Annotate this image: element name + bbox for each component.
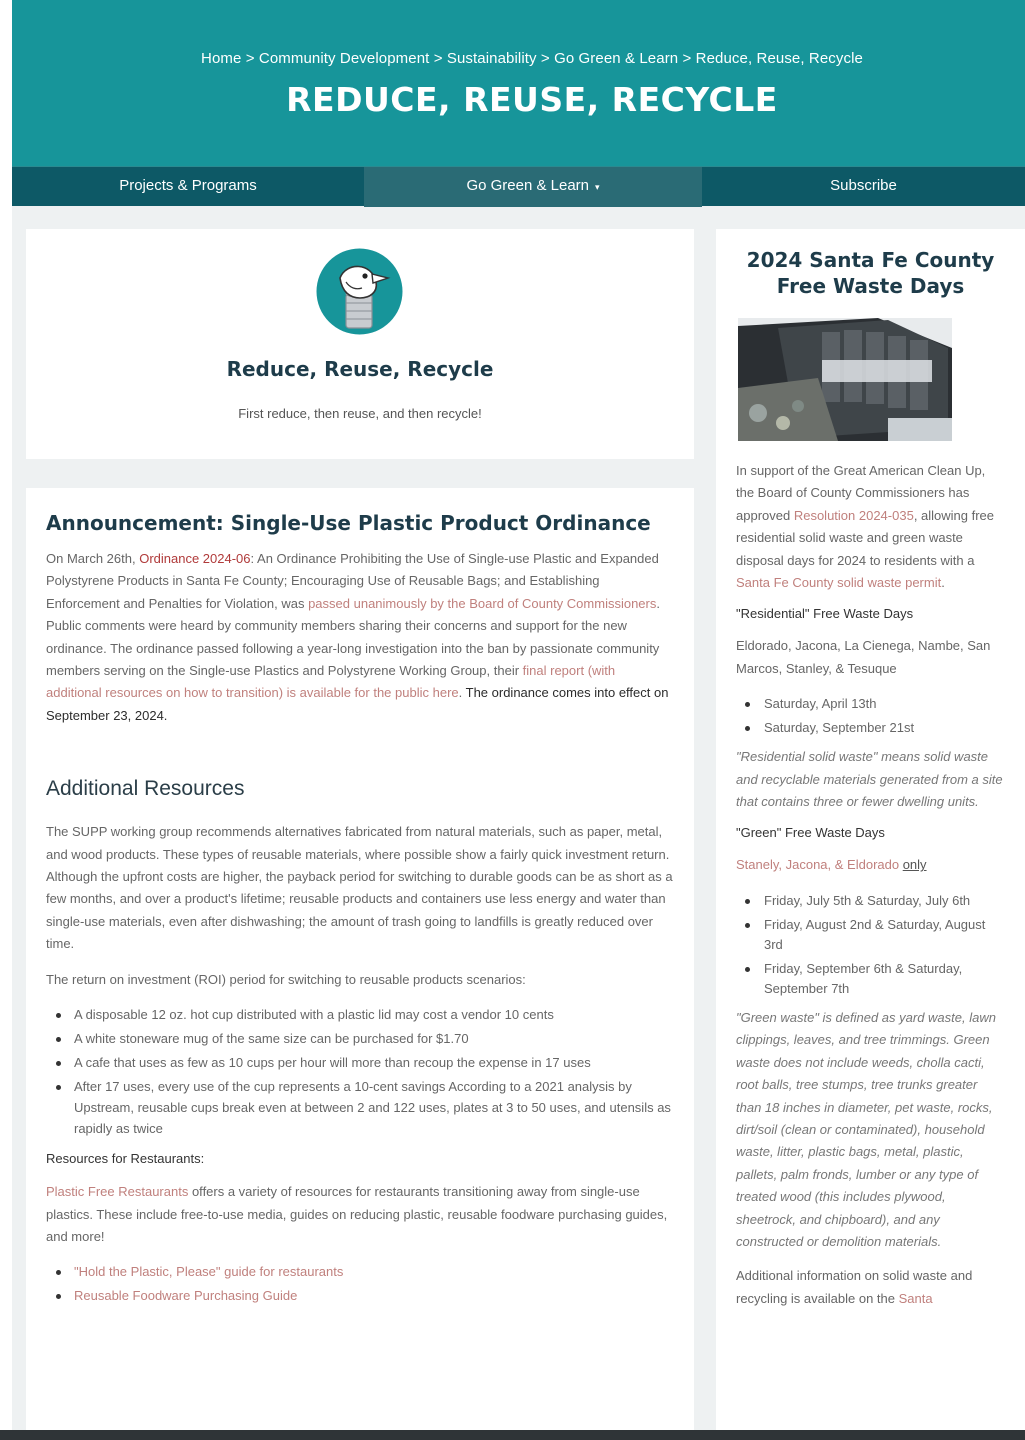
breadcrumb-sustainability[interactable]: Sustainability [447, 50, 537, 67]
nav-bar: Projects & Programs Go Green & Learn ▾ Su… [12, 166, 1025, 207]
green-dates-list: Friday, July 5th & Saturday, July 6th Fr… [736, 891, 1005, 999]
nav-item-go-green-learn[interactable]: Go Green & Learn ▾ [364, 167, 702, 207]
green-heading: "Green" Free Waste Days [736, 825, 885, 841]
residential-locations: Eldorado, Jacona, La Cienega, Nambe, San… [736, 638, 991, 676]
bottom-bar [0, 1430, 1025, 1440]
announcement-paragraph: On March 26th, Ordinance 2024-06: An Ord… [46, 548, 674, 727]
breadcrumb-current: Reduce, Reuse, Recycle [695, 50, 863, 67]
roi-paragraph: The return on investment (ROI) period fo… [46, 971, 526, 987]
plastic-free-restaurants-link[interactable]: Plastic Free Restaurants [46, 1184, 188, 1199]
solid-waste-permit-link[interactable]: Santa Fe County solid waste permit [736, 575, 941, 590]
text-span: On March 26th, [46, 551, 140, 566]
waste-container-photo [738, 318, 952, 441]
list-item: A disposable 12 oz. hot cup distributed … [46, 1004, 674, 1025]
page: Home > Community Development > Sustainab… [12, 0, 1025, 1440]
breadcrumb-separator: > [682, 50, 692, 67]
breadcrumb-separator: > [540, 50, 550, 67]
green-locations: Stanely, Jacona, & Eldorado only [736, 854, 1005, 876]
reusable-foodware-guide-link[interactable]: Reusable Foodware Purchasing Guide [74, 1288, 297, 1303]
breadcrumb-go-green-learn[interactable]: Go Green & Learn [554, 50, 678, 67]
page-title: REDUCE, REUSE, RECYCLE [286, 80, 778, 119]
additional-resources-title: Additional Resources [46, 777, 245, 801]
text-span: . [941, 575, 945, 591]
list-item: Friday, July 5th & Saturday, July 6th [736, 891, 1005, 911]
intro-card: Reduce, Reuse, Recycle First reduce, the… [26, 229, 694, 459]
intro-subtitle: First reduce, then reuse, and then recyc… [238, 406, 482, 421]
passed-unanimously-link[interactable]: passed unanimously by the Board of Count… [308, 596, 656, 611]
breadcrumb-separator: > [245, 50, 255, 67]
resolution-link[interactable]: Resolution 2024-035 [794, 508, 914, 523]
list-item: Friday, September 6th & Saturday, Septem… [736, 959, 1005, 999]
residential-dates-list: Saturday, April 13th Saturday, September… [736, 694, 1005, 738]
sidebar-card: 2024 Santa Fe County Free Waste Days In … [716, 229, 1025, 1440]
nav-item-label: Subscribe [830, 177, 897, 194]
additional-info-paragraph: Additional information on solid waste an… [736, 1265, 1005, 1310]
intro-title: Reduce, Reuse, Recycle [226, 357, 494, 381]
list-item: After 17 uses, every use of the cup repr… [46, 1076, 674, 1139]
list-item: Reusable Foodware Purchasing Guide [46, 1285, 674, 1306]
main-content-card: Announcement: Single-Use Plastic Product… [26, 488, 694, 1440]
sidebar-intro-paragraph: In support of the Great American Clean U… [736, 460, 1005, 594]
announcement-title: Announcement: Single-Use Plastic Product… [46, 511, 651, 535]
text-span: Stanely, Jacona, & Eldorado [736, 857, 903, 873]
nav-item-projects-programs[interactable]: Projects & Programs [12, 167, 364, 207]
list-item: Saturday, April 13th [736, 694, 1005, 714]
breadcrumb-home[interactable]: Home [201, 50, 241, 67]
nav-item-subscribe[interactable]: Subscribe [702, 167, 1025, 207]
green-definition: "Green waste" is defined as yard waste, … [736, 1009, 996, 1249]
text-span: Additional information on solid waste an… [736, 1268, 973, 1306]
recycle-bird-can-icon [316, 248, 403, 335]
restaurants-heading: Resources for Restaurants: [46, 1151, 205, 1167]
ordinance-link[interactable]: Ordinance 2024-06 [139, 551, 250, 566]
nav-item-label: Go Green & Learn [466, 177, 590, 194]
resources-paragraph: The SUPP working group recommends altern… [46, 824, 673, 952]
hero-banner: Home > Community Development > Sustainab… [12, 0, 1025, 166]
list-item: A white stoneware mug of the same size c… [46, 1028, 674, 1049]
santa-fe-link[interactable]: Santa [899, 1291, 933, 1306]
sidebar-title: 2024 Santa Fe County Free Waste Days [746, 248, 995, 298]
hold-the-plastic-guide-link[interactable]: "Hold the Plastic, Please" guide for res… [74, 1264, 343, 1279]
residential-heading: "Residential" Free Waste Days [736, 606, 914, 622]
nav-item-label: Projects & Programs [119, 177, 257, 194]
chevron-down-icon: ▾ [595, 182, 600, 192]
residential-definition: "Residential solid waste" means solid wa… [736, 749, 1003, 810]
breadcrumb-community-development[interactable]: Community Development [259, 50, 430, 67]
roi-list: A disposable 12 oz. hot cup distributed … [46, 1004, 674, 1139]
breadcrumb: Home > Community Development > Sustainab… [12, 50, 1025, 67]
breadcrumb-separator: > [433, 50, 443, 67]
list-item: "Hold the Plastic, Please" guide for res… [46, 1261, 674, 1282]
list-item: Friday, August 2nd & Saturday, August 3r… [736, 915, 1005, 955]
restaurants-paragraph: Plastic Free Restaurants offers a variet… [46, 1181, 674, 1248]
list-item: Saturday, September 21st [736, 718, 1005, 738]
text-span: . [458, 685, 466, 701]
list-item: A cafe that uses as few as 10 cups per h… [46, 1052, 674, 1073]
text-span: only [902, 857, 927, 873]
restaurant-links-list: "Hold the Plastic, Please" guide for res… [46, 1261, 674, 1306]
